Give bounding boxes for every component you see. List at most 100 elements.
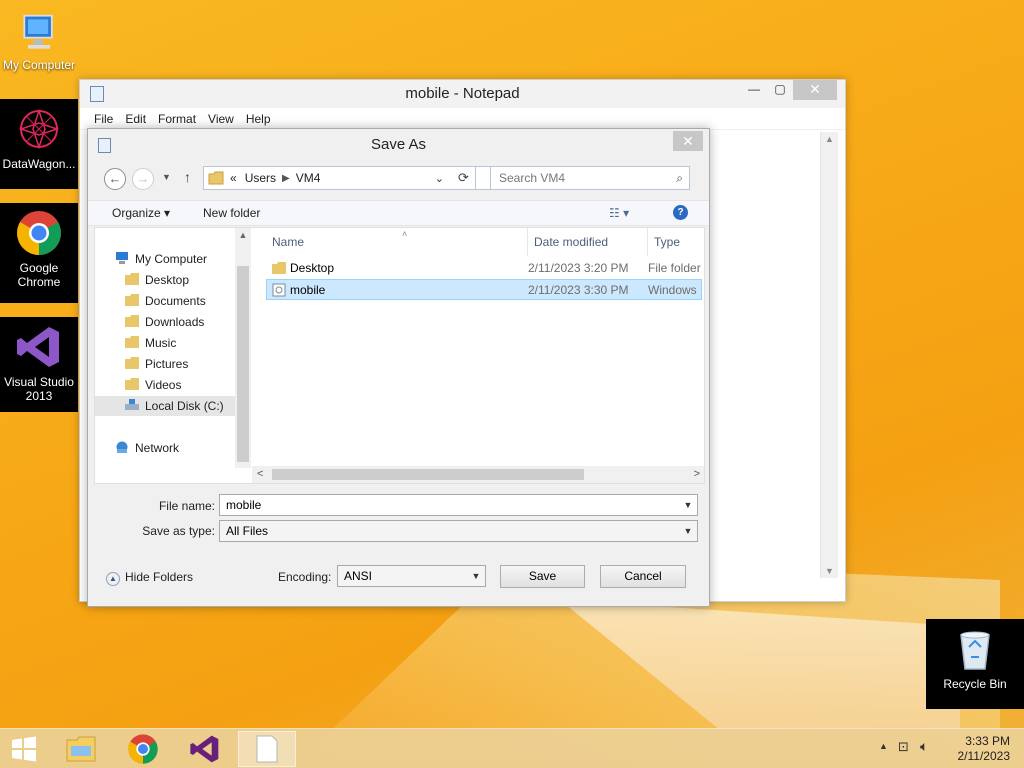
tree-item-documents[interactable]: Documents: [125, 291, 206, 311]
notepad-icon: [90, 86, 104, 102]
scroll-right-arrow[interactable]: >: [694, 466, 700, 483]
savetype-select[interactable]: All Files ▼: [219, 520, 698, 542]
column-header-date[interactable]: Date modified: [528, 228, 648, 256]
browser-pane: My Computer Desktop Documents Downloads …: [94, 227, 705, 484]
save-as-dialog[interactable]: Save As ✕ ← → ▼ ↑ « Users ▶ VM4 ⌄ ⟳ Sear…: [87, 128, 710, 607]
menu-file[interactable]: File: [88, 108, 119, 129]
savetype-value: All Files: [226, 524, 269, 538]
dialog-close-button[interactable]: ✕: [673, 131, 703, 151]
scroll-up-arrow[interactable]: ▲: [821, 132, 838, 146]
start-button[interactable]: [0, 731, 48, 767]
column-header-type[interactable]: Type: [648, 228, 704, 256]
search-placeholder: Search VM4: [499, 171, 566, 185]
menu-view[interactable]: View: [202, 108, 240, 129]
scroll-thumb[interactable]: [272, 469, 584, 480]
forward-button[interactable]: →: [132, 168, 154, 190]
breadcrumb-item-users[interactable]: Users: [245, 171, 276, 185]
address-dropdown-icon[interactable]: ⌄: [435, 172, 444, 185]
desktop-icon-my-computer[interactable]: My Computer: [0, 6, 78, 76]
encoding-label: Encoding:: [278, 570, 332, 584]
filename-label: File name:: [158, 499, 215, 513]
chevron-up-icon: ▲: [106, 572, 120, 586]
file-type: Windows: [648, 283, 697, 297]
taskbar-notepad[interactable]: [238, 731, 296, 767]
network-status-icon[interactable]: ⊡: [898, 739, 909, 755]
clock-date: 2/11/2023: [957, 749, 1011, 763]
desktop-icon-google-chrome[interactable]: Google Chrome: [0, 203, 78, 303]
chevron-down-icon[interactable]: ▼: [469, 566, 483, 586]
tree-item-desktop[interactable]: Desktop: [125, 270, 189, 290]
menu-edit[interactable]: Edit: [119, 108, 152, 129]
text-file-icon: [272, 283, 286, 297]
new-folder-button[interactable]: New folder: [203, 206, 260, 220]
minimize-button[interactable]: —: [741, 80, 767, 100]
menu-bar: File Edit Format View Help: [80, 108, 845, 130]
view-options-icon[interactable]: ☷ ▾: [609, 206, 629, 220]
scroll-left-arrow[interactable]: <: [257, 466, 263, 483]
notepad-titlebar[interactable]: mobile - Notepad — ▢ ✕: [80, 80, 845, 108]
chrome-icon: [128, 734, 158, 764]
save-button[interactable]: Save: [500, 565, 585, 588]
tree-scrollbar[interactable]: ▲: [235, 228, 251, 468]
folder-icon: [125, 315, 139, 327]
desktop-icon-recycle-bin[interactable]: Recycle Bin: [926, 619, 1024, 709]
clock[interactable]: 3:33 PM 2/11/2023: [958, 734, 1011, 764]
chevron-down-icon[interactable]: ▼: [681, 521, 695, 541]
file-row-mobile[interactable]: mobile 2/11/2023 3:30 PM Windows: [266, 279, 702, 300]
tree-item-pictures[interactable]: Pictures: [125, 354, 188, 374]
volume-icon[interactable]: 🔈︎: [920, 738, 928, 755]
scroll-up-arrow[interactable]: ▲: [235, 228, 251, 242]
show-hidden-icons-button[interactable]: ▲: [879, 741, 888, 751]
file-row-desktop[interactable]: Desktop 2/11/2023 3:20 PM File folder: [266, 258, 702, 279]
taskbar: ▲ ⊡ 🔈︎ 3:33 PM 2/11/2023: [0, 728, 1024, 768]
column-header-name[interactable]: Name ˄: [266, 228, 528, 256]
vertical-scrollbar[interactable]: ▲ ▼: [820, 132, 838, 578]
horizontal-scrollbar[interactable]: < >: [252, 466, 704, 483]
desktop-icon-label: Recycle Bin: [943, 677, 1007, 691]
filename-value: mobile: [226, 498, 262, 512]
chevron-down-icon[interactable]: ▼: [681, 495, 695, 515]
recent-locations-dropdown[interactable]: ▼: [162, 172, 171, 182]
hide-folders-button[interactable]: ▲ Hide Folders: [106, 570, 193, 586]
folder-icon: [272, 262, 286, 274]
close-button[interactable]: ✕: [793, 80, 837, 100]
cancel-button[interactable]: Cancel: [600, 565, 686, 588]
desktop-icon-label: DataWagon...: [2, 157, 76, 171]
tree-item-network[interactable]: Network: [115, 438, 179, 458]
folder-icon: [208, 171, 224, 185]
tree-item-my-computer[interactable]: My Computer: [115, 249, 207, 269]
tree-item-music[interactable]: Music: [125, 333, 176, 353]
filename-input[interactable]: mobile ▼: [219, 494, 698, 516]
tree-item-downloads[interactable]: Downloads: [125, 312, 204, 332]
encoding-select[interactable]: ANSI ▼: [337, 565, 486, 587]
menu-format[interactable]: Format: [152, 108, 202, 129]
windows-icon: [12, 736, 36, 762]
up-arrow-icon[interactable]: ↑: [184, 169, 191, 185]
sort-arrow-icon: ˄: [402, 229, 408, 239]
tree-item-local-disk[interactable]: Local Disk (C:): [95, 396, 235, 416]
folder-icon: [125, 273, 139, 285]
taskbar-chrome[interactable]: [114, 731, 172, 767]
back-button[interactable]: ←: [104, 168, 126, 190]
taskbar-visual-studio[interactable]: [176, 731, 234, 767]
desktop-icon-datawagon[interactable]: DataWagon...: [0, 99, 78, 189]
dialog-titlebar[interactable]: Save As ✕: [88, 129, 709, 161]
encoding-value: ANSI: [344, 569, 373, 583]
file-explorer-icon: [66, 736, 96, 762]
datawagon-icon: [18, 108, 60, 150]
clock-time: 3:33 PM: [965, 734, 1010, 748]
taskbar-file-explorer[interactable]: [52, 731, 110, 767]
file-list: Name ˄ Date modified Type Desktop 2/11/2…: [252, 228, 704, 483]
breadcrumb-item-vm4[interactable]: VM4: [296, 171, 321, 185]
desktop-icon-visual-studio[interactable]: Visual Studio 2013: [0, 317, 78, 412]
menu-help[interactable]: Help: [240, 108, 277, 129]
file-date: 2/11/2023 3:30 PM: [528, 283, 629, 297]
organize-button[interactable]: Organize ▾: [112, 206, 170, 220]
tree-item-videos[interactable]: Videos: [125, 375, 181, 395]
scroll-thumb[interactable]: [237, 266, 249, 462]
refresh-button[interactable]: ⟳: [452, 166, 476, 190]
search-input[interactable]: Search VM4 ⌕: [490, 166, 690, 190]
help-icon[interactable]: ?: [673, 205, 688, 220]
scroll-down-arrow[interactable]: ▼: [821, 564, 838, 578]
maximize-button[interactable]: ▢: [767, 80, 793, 100]
